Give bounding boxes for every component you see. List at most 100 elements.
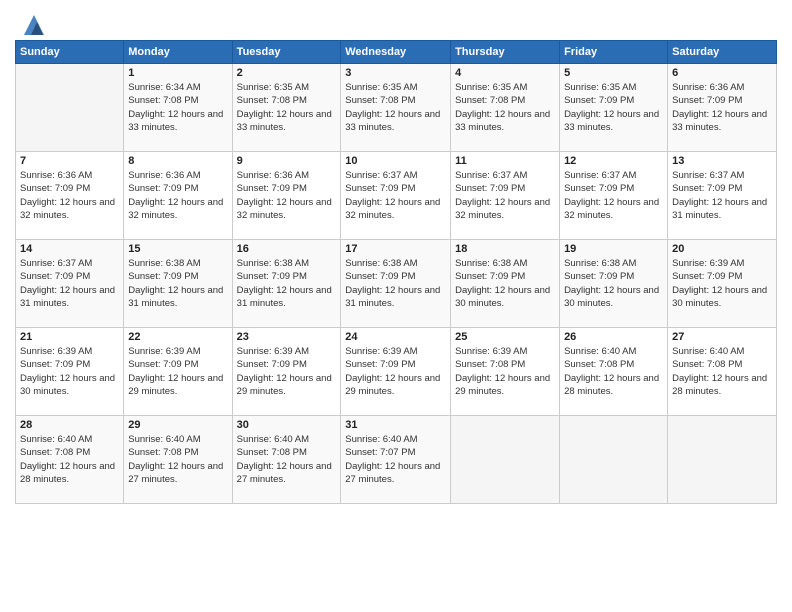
day-info: Sunrise: 6:38 AM Sunset: 7:09 PM Dayligh… bbox=[237, 257, 337, 310]
day-number: 1 bbox=[128, 67, 227, 79]
col-wednesday: Wednesday bbox=[341, 41, 451, 64]
day-info: Sunrise: 6:35 AM Sunset: 7:09 PM Dayligh… bbox=[564, 81, 663, 134]
day-info: Sunrise: 6:37 AM Sunset: 7:09 PM Dayligh… bbox=[455, 169, 555, 222]
table-row bbox=[560, 416, 668, 504]
day-number: 24 bbox=[345, 331, 446, 343]
table-row: 16 Sunrise: 6:38 AM Sunset: 7:09 PM Dayli… bbox=[232, 240, 341, 328]
day-info: Sunrise: 6:35 AM Sunset: 7:08 PM Dayligh… bbox=[237, 81, 337, 134]
day-number: 15 bbox=[128, 243, 227, 255]
day-number: 18 bbox=[455, 243, 555, 255]
day-number: 11 bbox=[455, 155, 555, 167]
day-number: 7 bbox=[20, 155, 119, 167]
table-row: 28 Sunrise: 6:40 AM Sunset: 7:08 PM Dayli… bbox=[16, 416, 124, 504]
day-info: Sunrise: 6:38 AM Sunset: 7:09 PM Dayligh… bbox=[128, 257, 227, 310]
day-info: Sunrise: 6:36 AM Sunset: 7:09 PM Dayligh… bbox=[672, 81, 772, 134]
table-row bbox=[16, 64, 124, 152]
day-number: 13 bbox=[672, 155, 772, 167]
calendar-week-row: 21Sunrise: 6:39 AM Sunset: 7:09 PM Dayli… bbox=[16, 328, 777, 416]
table-row: 22 Sunrise: 6:39 AM Sunset: 7:09 PM Dayli… bbox=[124, 328, 232, 416]
table-row: 8 Sunrise: 6:36 AM Sunset: 7:09 PM Daylig… bbox=[124, 152, 232, 240]
header bbox=[15, 10, 777, 32]
day-number: 16 bbox=[237, 243, 337, 255]
table-row: 7 Sunrise: 6:36 AM Sunset: 7:09 PM Daylig… bbox=[16, 152, 124, 240]
day-number: 27 bbox=[672, 331, 772, 343]
table-row: 2Sunrise: 6:35 AM Sunset: 7:08 PM Daylig… bbox=[232, 64, 341, 152]
col-tuesday: Tuesday bbox=[232, 41, 341, 64]
table-row: 29 Sunrise: 6:40 AM Sunset: 7:08 PM Dayli… bbox=[124, 416, 232, 504]
day-number: 3 bbox=[345, 67, 446, 79]
day-info: Sunrise: 6:40 AM Sunset: 7:08 PM Dayligh… bbox=[672, 345, 772, 398]
day-number: 20 bbox=[672, 243, 772, 255]
day-number: 28 bbox=[20, 419, 119, 431]
day-info: Sunrise: 6:40 AM Sunset: 7:08 PM Dayligh… bbox=[128, 433, 227, 486]
day-number: 14 bbox=[20, 243, 119, 255]
day-info: Sunrise: 6:40 AM Sunset: 7:08 PM Dayligh… bbox=[237, 433, 337, 486]
table-row: 18 Sunrise: 6:38 AM Sunset: 7:09 PM Dayli… bbox=[451, 240, 560, 328]
col-thursday: Thursday bbox=[451, 41, 560, 64]
day-info: Sunrise: 6:39 AM Sunset: 7:09 PM Dayligh… bbox=[20, 345, 119, 398]
day-info: Sunrise: 6:36 AM Sunset: 7:09 PM Dayligh… bbox=[237, 169, 337, 222]
table-row: 11 Sunrise: 6:37 AM Sunset: 7:09 PM Dayli… bbox=[451, 152, 560, 240]
table-row: 24 Sunrise: 6:39 AM Sunset: 7:09 PM Dayli… bbox=[341, 328, 451, 416]
day-info: Sunrise: 6:35 AM Sunset: 7:08 PM Dayligh… bbox=[345, 81, 446, 134]
day-info: Sunrise: 6:37 AM Sunset: 7:09 PM Dayligh… bbox=[345, 169, 446, 222]
table-row: 31 Sunrise: 6:40 AM Sunset: 7:07 PM Dayli… bbox=[341, 416, 451, 504]
day-info: Sunrise: 6:40 AM Sunset: 7:08 PM Dayligh… bbox=[20, 433, 119, 486]
day-info: Sunrise: 6:36 AM Sunset: 7:09 PM Dayligh… bbox=[128, 169, 227, 222]
day-info: Sunrise: 6:37 AM Sunset: 7:09 PM Dayligh… bbox=[672, 169, 772, 222]
day-number: 25 bbox=[455, 331, 555, 343]
logo bbox=[15, 10, 49, 32]
calendar-week-row: 14Sunrise: 6:37 AM Sunset: 7:09 PM Dayli… bbox=[16, 240, 777, 328]
day-info: Sunrise: 6:39 AM Sunset: 7:08 PM Dayligh… bbox=[455, 345, 555, 398]
table-row: 19Sunrise: 6:38 AM Sunset: 7:09 PM Dayli… bbox=[560, 240, 668, 328]
day-info: Sunrise: 6:34 AM Sunset: 7:08 PM Dayligh… bbox=[128, 81, 227, 134]
table-row: 10 Sunrise: 6:37 AM Sunset: 7:09 PM Dayli… bbox=[341, 152, 451, 240]
calendar-header-row: Sunday Monday Tuesday Wednesday Thursday… bbox=[16, 41, 777, 64]
table-row: 4 Sunrise: 6:35 AM Sunset: 7:08 PM Daylig… bbox=[451, 64, 560, 152]
table-row: 5 Sunrise: 6:35 AM Sunset: 7:09 PM Daylig… bbox=[560, 64, 668, 152]
table-row: 23 Sunrise: 6:39 AM Sunset: 7:09 PM Dayli… bbox=[232, 328, 341, 416]
calendar-table: Sunday Monday Tuesday Wednesday Thursday… bbox=[15, 40, 777, 504]
day-info: Sunrise: 6:39 AM Sunset: 7:09 PM Dayligh… bbox=[345, 345, 446, 398]
table-row: 17Sunrise: 6:38 AM Sunset: 7:09 PM Dayli… bbox=[341, 240, 451, 328]
table-row: 13 Sunrise: 6:37 AM Sunset: 7:09 PM Dayli… bbox=[668, 152, 777, 240]
day-number: 19 bbox=[564, 243, 663, 255]
day-number: 30 bbox=[237, 419, 337, 431]
day-info: Sunrise: 6:40 AM Sunset: 7:07 PM Dayligh… bbox=[345, 433, 446, 486]
table-row bbox=[668, 416, 777, 504]
day-number: 29 bbox=[128, 419, 227, 431]
day-number: 31 bbox=[345, 419, 446, 431]
table-row: 21Sunrise: 6:39 AM Sunset: 7:09 PM Dayli… bbox=[16, 328, 124, 416]
day-number: 8 bbox=[128, 155, 227, 167]
day-info: Sunrise: 6:39 AM Sunset: 7:09 PM Dayligh… bbox=[128, 345, 227, 398]
day-info: Sunrise: 6:38 AM Sunset: 7:09 PM Dayligh… bbox=[455, 257, 555, 310]
day-number: 10 bbox=[345, 155, 446, 167]
day-info: Sunrise: 6:39 AM Sunset: 7:09 PM Dayligh… bbox=[237, 345, 337, 398]
day-info: Sunrise: 6:36 AM Sunset: 7:09 PM Dayligh… bbox=[20, 169, 119, 222]
col-sunday: Sunday bbox=[16, 41, 124, 64]
table-row: 14Sunrise: 6:37 AM Sunset: 7:09 PM Dayli… bbox=[16, 240, 124, 328]
day-info: Sunrise: 6:35 AM Sunset: 7:08 PM Dayligh… bbox=[455, 81, 555, 134]
calendar-week-row: 1 Sunrise: 6:34 AM Sunset: 7:08 PM Daylig… bbox=[16, 64, 777, 152]
table-row: 25 Sunrise: 6:39 AM Sunset: 7:08 PM Dayli… bbox=[451, 328, 560, 416]
table-row: 20 Sunrise: 6:39 AM Sunset: 7:09 PM Dayli… bbox=[668, 240, 777, 328]
calendar-week-row: 7 Sunrise: 6:36 AM Sunset: 7:09 PM Daylig… bbox=[16, 152, 777, 240]
day-number: 12 bbox=[564, 155, 663, 167]
table-row: 12Sunrise: 6:37 AM Sunset: 7:09 PM Dayli… bbox=[560, 152, 668, 240]
day-info: Sunrise: 6:39 AM Sunset: 7:09 PM Dayligh… bbox=[672, 257, 772, 310]
table-row: 26 Sunrise: 6:40 AM Sunset: 7:08 PM Dayli… bbox=[560, 328, 668, 416]
day-number: 22 bbox=[128, 331, 227, 343]
day-info: Sunrise: 6:38 AM Sunset: 7:09 PM Dayligh… bbox=[345, 257, 446, 310]
table-row: 1 Sunrise: 6:34 AM Sunset: 7:08 PM Daylig… bbox=[124, 64, 232, 152]
day-info: Sunrise: 6:40 AM Sunset: 7:08 PM Dayligh… bbox=[564, 345, 663, 398]
day-number: 6 bbox=[672, 67, 772, 79]
logo-icon bbox=[19, 10, 49, 40]
day-number: 26 bbox=[564, 331, 663, 343]
table-row: 27 Sunrise: 6:40 AM Sunset: 7:08 PM Dayli… bbox=[668, 328, 777, 416]
table-row: 9Sunrise: 6:36 AM Sunset: 7:09 PM Daylig… bbox=[232, 152, 341, 240]
page: Sunday Monday Tuesday Wednesday Thursday… bbox=[0, 0, 792, 612]
table-row bbox=[451, 416, 560, 504]
day-number: 23 bbox=[237, 331, 337, 343]
day-number: 4 bbox=[455, 67, 555, 79]
day-number: 5 bbox=[564, 67, 663, 79]
